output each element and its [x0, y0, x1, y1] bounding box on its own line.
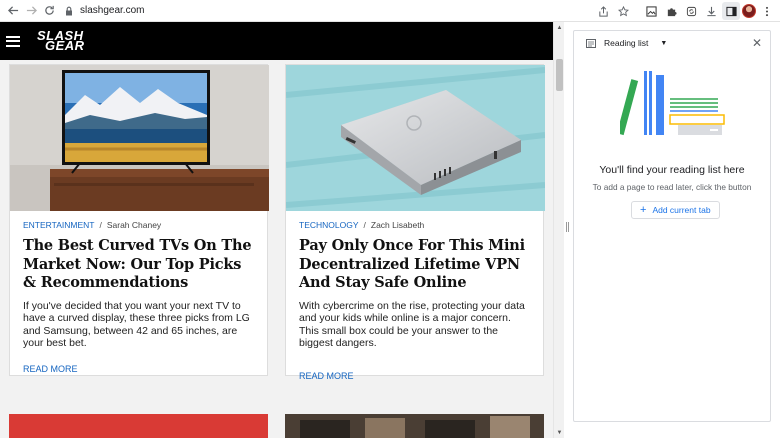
sync-icon[interactable]	[682, 2, 700, 20]
side-panel-icon[interactable]	[722, 2, 740, 20]
close-icon[interactable]: ✕	[752, 36, 762, 50]
author-name[interactable]: Sarah Chaney	[107, 220, 161, 230]
profile-avatar[interactable]	[742, 4, 756, 18]
article-excerpt: With cybercrime on the rise, protecting …	[299, 299, 525, 350]
panel-resize-handle[interactable]	[566, 222, 569, 232]
chevron-down-icon: ▼	[660, 39, 668, 47]
url-text: slashgear.com	[80, 5, 145, 16]
share-icon[interactable]	[594, 2, 612, 20]
add-current-tab-label: Add current tab	[652, 205, 711, 215]
forward-arrow-icon[interactable]	[22, 2, 40, 20]
lock-icon	[66, 6, 72, 15]
webpage-viewport: SLASH GEAR ENTERTAINMENT / Sarah Chaney …	[0, 22, 553, 438]
site-header: SLASH GEAR	[0, 22, 553, 60]
article-image-partial[interactable]	[9, 414, 268, 438]
site-logo[interactable]: SLASH GEAR	[37, 29, 85, 53]
panel-selector-dropdown[interactable]: Reading list ▼	[582, 35, 671, 51]
article-title[interactable]: Pay Only Once For This Mini Decentralize…	[299, 237, 530, 293]
reading-list-illustration	[620, 71, 725, 136]
panel-selector-label: Reading list	[604, 38, 649, 48]
article-meta: TECHNOLOGY / Zach Lisabeth	[299, 220, 530, 230]
address-bar[interactable]: slashgear.com	[64, 5, 144, 16]
article-image-partial[interactable]	[285, 414, 544, 438]
article-image-tv[interactable]	[10, 65, 269, 211]
meta-separator: /	[363, 220, 366, 230]
browser-toolbar: slashgear.com	[0, 0, 780, 22]
scroll-down-arrow-icon[interactable]: ▼	[555, 428, 564, 437]
empty-state-title: You'll find your reading list here	[599, 164, 745, 176]
article-meta: ENTERTAINMENT / Sarah Chaney	[23, 220, 254, 230]
empty-state-subtitle: To add a page to read later, click the b…	[592, 182, 752, 192]
page-scrollbar[interactable]: ▲ ▼	[553, 22, 564, 438]
article-title[interactable]: The Best Curved TVs On The Market Now: O…	[23, 237, 254, 293]
article-card: ENTERTAINMENT / Sarah Chaney The Best Curv…	[9, 64, 269, 376]
reading-list-icon	[586, 38, 596, 48]
image-icon[interactable]	[642, 2, 660, 20]
plus-icon: +	[640, 204, 647, 216]
article-card: TECHNOLOGY / Zach Lisabeth Pay Only Once F…	[285, 64, 545, 381]
logo-line-2: GEAR	[45, 38, 85, 53]
category-link[interactable]: TECHNOLOGY	[299, 220, 359, 230]
article-image-vpn-box[interactable]	[286, 65, 545, 211]
meta-separator: /	[99, 220, 102, 230]
scroll-up-arrow-icon[interactable]: ▲	[555, 23, 564, 32]
read-more-link[interactable]: READ MORE	[299, 371, 530, 381]
hamburger-menu-icon[interactable]	[6, 35, 20, 47]
author-name[interactable]: Zach Lisabeth	[371, 220, 424, 230]
read-more-link[interactable]: READ MORE	[23, 364, 254, 374]
back-arrow-icon[interactable]	[4, 2, 22, 20]
menu-dots-icon[interactable]	[758, 2, 776, 20]
extensions-icon[interactable]	[662, 2, 680, 20]
article-excerpt: If you've decided that you want your nex…	[23, 299, 250, 350]
download-icon[interactable]	[702, 2, 720, 20]
add-current-tab-button[interactable]: + Add current tab	[631, 201, 720, 219]
star-icon[interactable]	[614, 2, 632, 20]
reload-icon[interactable]	[40, 2, 58, 20]
scrollbar-thumb[interactable]	[556, 59, 563, 91]
reading-list-side-panel: Reading list ▼ ✕ You'll find your readin…	[573, 30, 771, 422]
category-link[interactable]: ENTERTAINMENT	[23, 220, 94, 230]
